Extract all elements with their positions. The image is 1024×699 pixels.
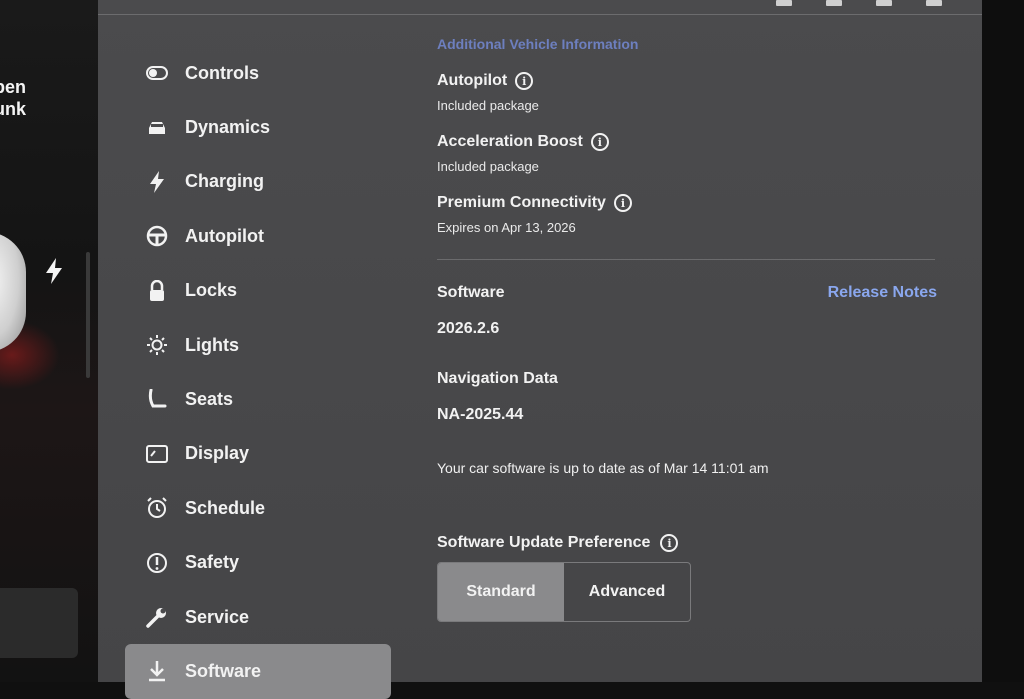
sidebar-item-schedule[interactable]: Schedule [125,481,391,535]
seat-icon [145,388,169,412]
sidebar-item-label: Locks [185,280,238,301]
media-card[interactable] [0,588,78,658]
feature-title: Autopilot [437,72,508,89]
feature-autopilot: Autopilot i Included package [437,72,937,113]
info-icon[interactable]: i [613,194,632,212]
sun-icon [145,333,169,357]
sidebar-item-label: Autopilot [185,225,264,246]
software-version: 2026.2.6 [437,320,500,337]
sidebar-item-autopilot[interactable]: Autopilot [125,209,391,263]
signal-icon [926,0,942,6]
sidebar-item-label: Seats [185,389,234,410]
toggle-icon [145,61,169,85]
sidebar-item-label: Lights [185,334,239,355]
charge-port-bolt-icon[interactable] [44,258,64,284]
sidebar-item-label: Display [185,443,250,464]
section-divider [437,259,935,260]
status-bar [776,0,942,6]
feature-subtitle: Expires on Apr 13, 2026 [437,220,576,235]
sidebar-item-label: Charging [185,171,264,192]
update-preference-selector: Standard Advanced [437,562,691,622]
steering-wheel-icon [145,224,169,248]
notification-icon[interactable] [826,0,842,6]
update-preference-label: Software Update Preference [437,534,651,551]
feature-title: Acceleration Boost [437,133,583,150]
alarm-icon [145,496,169,520]
feature-acceleration-boost: Acceleration Boost i Included package [437,133,937,174]
info-icon[interactable]: i [590,133,609,151]
car-viewport: pen unk [0,0,98,682]
download-icon [145,659,169,683]
software-content: Additional Vehicle Information Autopilot… [437,36,937,622]
section-title: Additional Vehicle Information [437,36,639,52]
feature-premium-connectivity: Premium Connectivity i Expires on Apr 13,… [437,194,937,235]
nav-data-label: Navigation Data [437,370,558,387]
release-notes-link[interactable]: Release Notes [828,284,937,302]
sidebar-item-locks[interactable]: Locks [125,264,391,318]
sidebar-item-display[interactable]: Display [125,427,391,481]
sidebar-item-seats[interactable]: Seats [125,372,391,426]
bolt-icon [145,170,169,194]
sidebar-item-software[interactable]: Software [125,644,391,699]
sidebar-item-controls[interactable]: Controls [125,46,391,100]
feature-subtitle: Included package [437,159,539,174]
sidebar-item-label: Schedule [185,497,266,518]
nav-data-version: NA-2025.44 [437,406,524,423]
update-status: Your car software is up to date as of Ma… [437,460,769,476]
feature-title: Premium Connectivity [437,194,606,211]
sidebar-item-charging[interactable]: Charging [125,155,391,209]
settings-sidebar: Controls Dynamics Charging Autopilot Loc… [125,46,391,699]
info-icon[interactable]: i [660,534,679,552]
sidebar-item-label: Dynamics [185,117,271,138]
sidebar-item-lights[interactable]: Lights [125,318,391,372]
sidebar-item-dynamics[interactable]: Dynamics [125,100,391,154]
sidebar-item-safety[interactable]: Safety [125,536,391,590]
car-icon [145,116,169,140]
display-icon [145,442,169,466]
standard-option[interactable]: Standard [438,563,564,621]
open-trunk-label[interactable]: pen unk [0,76,26,120]
advanced-option[interactable]: Advanced [564,563,690,621]
feature-subtitle: Included package [437,98,539,113]
profile-icon[interactable] [776,0,792,6]
sidebar-item-label: Controls [185,62,259,83]
bluetooth-icon[interactable] [876,0,892,6]
screen-bezel [982,0,1024,682]
info-icon[interactable]: i [515,72,534,90]
status-bar-divider [98,14,982,15]
sidebar-item-label: Service [185,606,250,627]
wrench-icon [145,605,169,629]
software-label: Software [437,284,505,301]
sidebar-item-label: Safety [185,552,240,573]
lock-icon [145,279,169,303]
sidebar-item-service[interactable]: Service [125,590,391,644]
alert-icon [145,551,169,575]
car-view-scrollbar[interactable] [86,252,90,378]
sidebar-item-label: Software [185,660,262,681]
